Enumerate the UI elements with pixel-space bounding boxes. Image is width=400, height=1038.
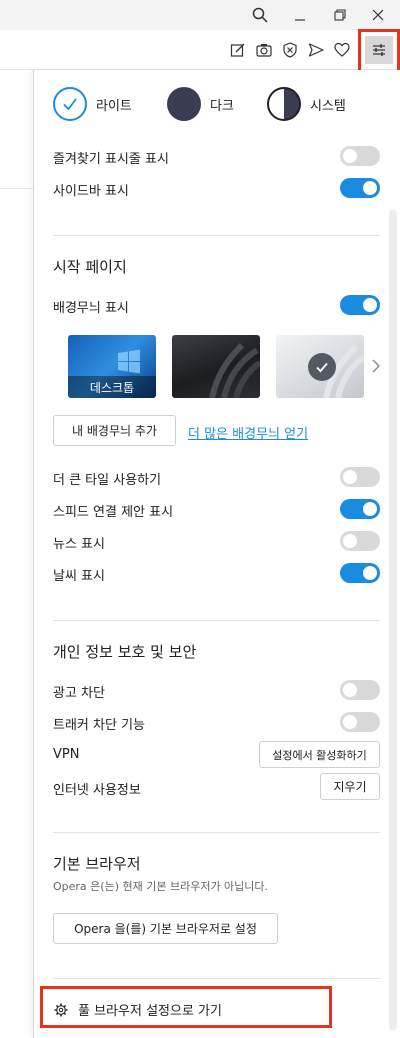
close-icon[interactable] <box>358 0 398 30</box>
divider <box>53 832 380 833</box>
tracker-block-toggle[interactable] <box>340 712 380 732</box>
wallpaper-thumb-label: 데스크톱 <box>68 376 156 398</box>
divider <box>53 620 380 621</box>
start-page-title: 시작 페이지 <box>53 258 127 276</box>
wallpaper-thumb-dark[interactable] <box>172 335 260 398</box>
minimize-icon[interactable] <box>280 0 320 30</box>
edit-icon[interactable] <box>228 40 248 60</box>
set-default-browser-button[interactable]: Opera 을(를) 기본 브라우저로 설정 <box>53 913 278 944</box>
check-icon <box>53 87 87 121</box>
wallpaper-label: 배경무늬 표시 <box>53 301 129 316</box>
enable-vpn-button[interactable]: 설정에서 활성화하기 <box>259 741 380 768</box>
theme-light[interactable]: 라이트 <box>53 87 132 121</box>
privacy-title: 개인 정보 보호 및 보안 <box>53 643 197 661</box>
browsing-data-label: 인터넷 사용정보 <box>53 783 141 798</box>
ad-block-toggle[interactable] <box>340 680 380 700</box>
add-wallpaper-button[interactable]: 내 배경무늬 추가 <box>53 415 176 446</box>
dark-theme-swatch <box>167 87 201 121</box>
selected-check-icon <box>308 353 336 381</box>
restore-icon[interactable] <box>320 0 360 30</box>
weather-label: 날씨 표시 <box>53 569 105 584</box>
larger-tiles-label: 더 큰 타일 사용하기 <box>53 473 162 488</box>
clear-browsing-data-button[interactable]: 지우기 <box>320 773 380 800</box>
bookmarks-bar-toggle[interactable] <box>340 146 380 166</box>
system-theme-swatch <box>267 87 301 121</box>
wallpaper-pattern <box>209 342 260 398</box>
divider <box>53 978 380 979</box>
sidebar-toggle[interactable] <box>340 178 380 198</box>
chevron-right-icon[interactable] <box>370 358 382 374</box>
wallpaper-thumb-desktop[interactable]: 데스크톱 <box>68 335 156 398</box>
theme-label: 시스템 <box>310 98 346 114</box>
larger-tiles-toggle[interactable] <box>340 467 380 487</box>
camera-icon[interactable] <box>254 40 274 60</box>
theme-dark[interactable]: 다크 <box>167 87 234 121</box>
heart-icon[interactable] <box>332 40 352 60</box>
weather-toggle[interactable] <box>340 563 380 583</box>
wallpaper-toggle[interactable] <box>340 295 380 315</box>
highlight-box-full-settings <box>40 986 332 1028</box>
shield-icon[interactable] <box>280 40 300 60</box>
page-background <box>0 70 34 1038</box>
default-browser-title: 기본 브라우저 <box>53 855 141 873</box>
ad-block-label: 광고 차단 <box>53 686 105 701</box>
news-label: 뉴스 표시 <box>53 537 105 552</box>
send-icon[interactable] <box>306 40 326 60</box>
sidebar-label: 사이드바 표시 <box>53 184 129 199</box>
tracker-block-label: 트래커 차단 기능 <box>53 718 145 733</box>
divider <box>53 235 380 236</box>
wallpaper-thumb-light[interactable] <box>276 335 364 398</box>
theme-system[interactable]: 시스템 <box>267 87 346 121</box>
theme-label: 다크 <box>210 98 234 114</box>
default-browser-status: Opera 은(는) 현재 기본 브라우저가 아닙니다. <box>53 880 269 893</box>
vpn-label: VPN <box>53 747 80 762</box>
more-wallpapers-link[interactable]: 더 많은 배경무늬 얻기 <box>188 423 308 442</box>
title-bar <box>0 0 400 30</box>
panel-scrollbar[interactable] <box>389 210 397 1030</box>
speed-dial-suggestions-toggle[interactable] <box>340 499 380 519</box>
news-toggle[interactable] <box>340 531 380 551</box>
bookmarks-bar-label: 즐겨찾기 표시줄 표시 <box>53 152 169 167</box>
theme-label: 라이트 <box>96 98 132 114</box>
speed-dial-suggestions-label: 스피드 연결 제안 표시 <box>53 505 174 520</box>
search-icon[interactable] <box>240 0 280 30</box>
